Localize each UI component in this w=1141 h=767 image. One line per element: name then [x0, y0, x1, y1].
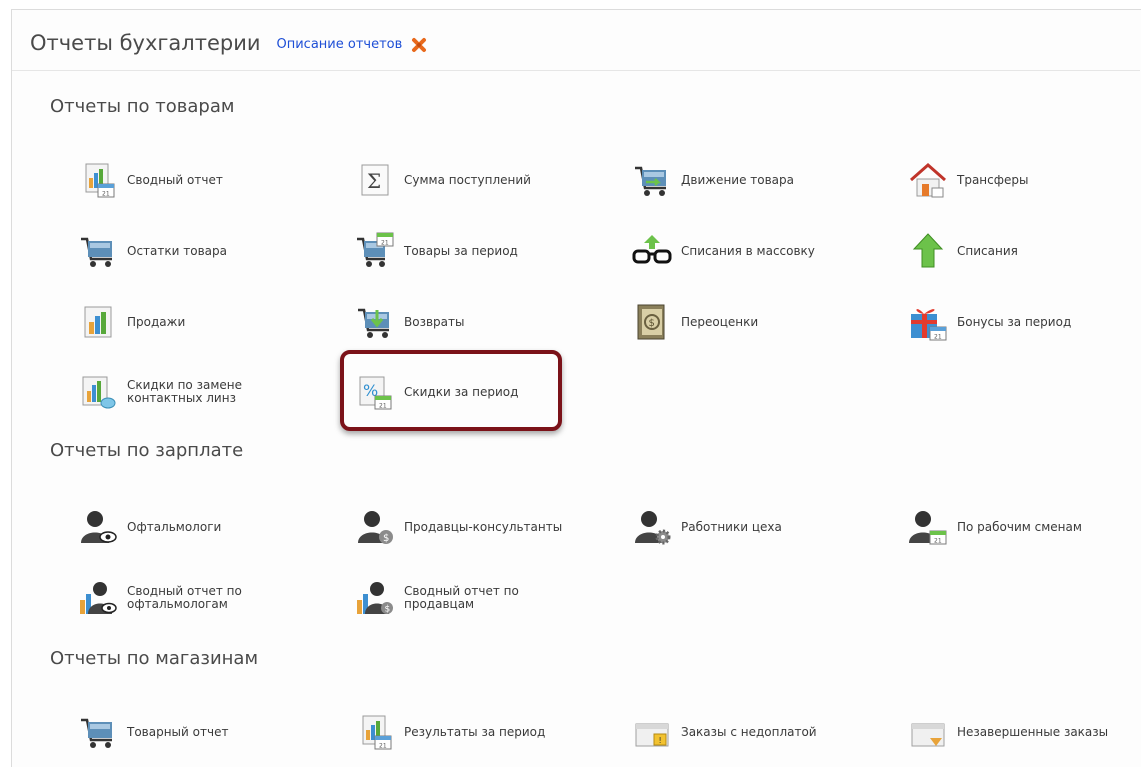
item-label: Остатки товара	[127, 243, 227, 258]
svg-text:21: 21	[934, 538, 942, 545]
item-label: Переоценки	[681, 314, 759, 329]
item-label: Сумма поступлений	[404, 172, 531, 187]
cart-calendar-icon: 21	[357, 232, 394, 267]
report-bonuses[interactable]: 21 Бонусы за период	[908, 302, 1141, 342]
svg-text:$: $	[383, 533, 389, 544]
green-up-arrow-icon	[912, 233, 944, 268]
item-label: По рабочим сменам	[957, 519, 1082, 534]
item-label: Товарный отчет	[127, 724, 229, 739]
report-bulk-writeoffs[interactable]: Списания в массовку	[632, 231, 882, 271]
page-title: Отчеты бухгалтерии	[30, 31, 261, 55]
report-work-shifts[interactable]: 21 По рабочим сменам	[908, 507, 1141, 547]
item-label: Скидки по замене контактных линз	[127, 378, 242, 405]
chart-calendar-icon: 21	[362, 715, 392, 750]
cart-icon	[81, 237, 112, 267]
report-writeoffs[interactable]: Списания	[908, 231, 1141, 271]
bar-chart-icon	[84, 306, 112, 338]
svg-text:$: $	[649, 318, 655, 329]
report-revaluations[interactable]: $ Переоценки	[632, 302, 882, 342]
house-icon	[910, 162, 946, 198]
chart-calendar-icon: 21	[85, 163, 115, 198]
svg-text:Σ: Σ	[367, 169, 381, 193]
report-goods-movement[interactable]: Движение товара	[632, 160, 882, 200]
user-calendar-icon: 21	[909, 511, 947, 545]
report-lens-discounts[interactable]: Скидки по замене контактных линз	[78, 372, 328, 412]
box-clock-icon	[911, 723, 945, 747]
report-goods-report[interactable]: Товарный отчет	[78, 712, 328, 752]
item-label: Сводный отчет по офтальмологам	[127, 584, 242, 611]
report-sales[interactable]: Продажи	[78, 302, 328, 342]
page-header: Отчеты бухгалтерии Описание отчетов	[30, 28, 427, 58]
item-label: Сводный отчет по продавцам	[404, 584, 519, 611]
gift-calendar-icon: 21	[911, 309, 947, 341]
item-label: Сводный отчет	[127, 172, 223, 187]
item-label: Работники цеха	[681, 519, 782, 534]
report-income-sum[interactable]: Σ Сумма поступлений	[355, 160, 605, 200]
item-label: Продавцы-консультанты	[404, 519, 563, 534]
report-stock[interactable]: Остатки товара	[78, 231, 328, 271]
report-workshop-workers[interactable]: Работники цеха	[632, 507, 882, 547]
close-icon[interactable]	[411, 37, 427, 53]
user-dollar-icon: $	[358, 511, 393, 544]
item-label: Списания в массовку	[681, 243, 815, 258]
section-title-stores: Отчеты по магазинам	[50, 648, 259, 669]
report-summary-sellers[interactable]: $ Сводный отчет по продавцам	[355, 578, 605, 618]
item-label: Продажи	[127, 314, 186, 329]
item-label: Товары за период	[404, 243, 518, 258]
item-label: Результаты за период	[404, 724, 546, 739]
item-label: Списания	[957, 243, 1018, 258]
report-underpaid-orders[interactable]: ! Заказы с недоплатой	[632, 712, 882, 752]
item-label: Трансферы	[957, 172, 1029, 187]
item-label: Незавершенные заказы	[957, 724, 1109, 739]
report-sales-consultants[interactable]: $ Продавцы-консультанты	[355, 507, 605, 547]
box-warning-icon: !	[635, 723, 669, 747]
report-ophthalmologists[interactable]: Офтальмологи	[78, 507, 328, 547]
glasses-arrow-icon	[632, 235, 672, 264]
user-eye-icon	[81, 511, 117, 543]
svg-text:21: 21	[379, 743, 387, 750]
item-label: Заказы с недоплатой	[681, 724, 817, 739]
ledger-dollar-icon: $	[637, 304, 665, 340]
item-label: Офтальмологи	[127, 519, 222, 534]
chart-user-eye-icon	[80, 582, 117, 614]
item-label: Движение товара	[681, 172, 795, 187]
svg-text:21: 21	[934, 334, 942, 341]
report-summary[interactable]: 21 Сводный отчет	[78, 160, 328, 200]
chart-lens-icon	[82, 376, 116, 409]
svg-text:$: $	[385, 605, 391, 615]
section-title-salary: Отчеты по зарплате	[50, 440, 244, 461]
chart-user-dollar-icon: $	[357, 582, 393, 615]
report-transfers[interactable]: Трансферы	[908, 160, 1141, 200]
report-period-results[interactable]: 21 Результаты за период	[355, 712, 605, 752]
report-returns[interactable]: Возвраты	[355, 302, 605, 342]
report-summary-ophthalmologists[interactable]: Сводный отчет по офтальмологам	[78, 578, 328, 618]
svg-text:21: 21	[102, 191, 110, 198]
svg-text:21: 21	[381, 240, 389, 247]
highlight-frame	[340, 350, 562, 431]
reports-description-link[interactable]: Описание отчетов	[277, 37, 403, 52]
cart-return-icon	[358, 308, 389, 338]
item-label: Бонусы за период	[957, 314, 1072, 329]
user-gear-icon	[635, 511, 671, 545]
svg-text:!: !	[659, 736, 662, 745]
header-divider	[12, 70, 1140, 71]
item-label: Возвраты	[404, 314, 465, 329]
sigma-icon: Σ	[361, 164, 389, 196]
report-unfinished-orders[interactable]: Незавершенные заказы	[908, 712, 1141, 752]
cart-icon	[81, 718, 112, 748]
section-title-goods: Отчеты по товарам	[50, 96, 235, 117]
cart-arrows-icon	[635, 166, 666, 196]
report-goods-period[interactable]: 21 Товары за период	[355, 231, 605, 271]
